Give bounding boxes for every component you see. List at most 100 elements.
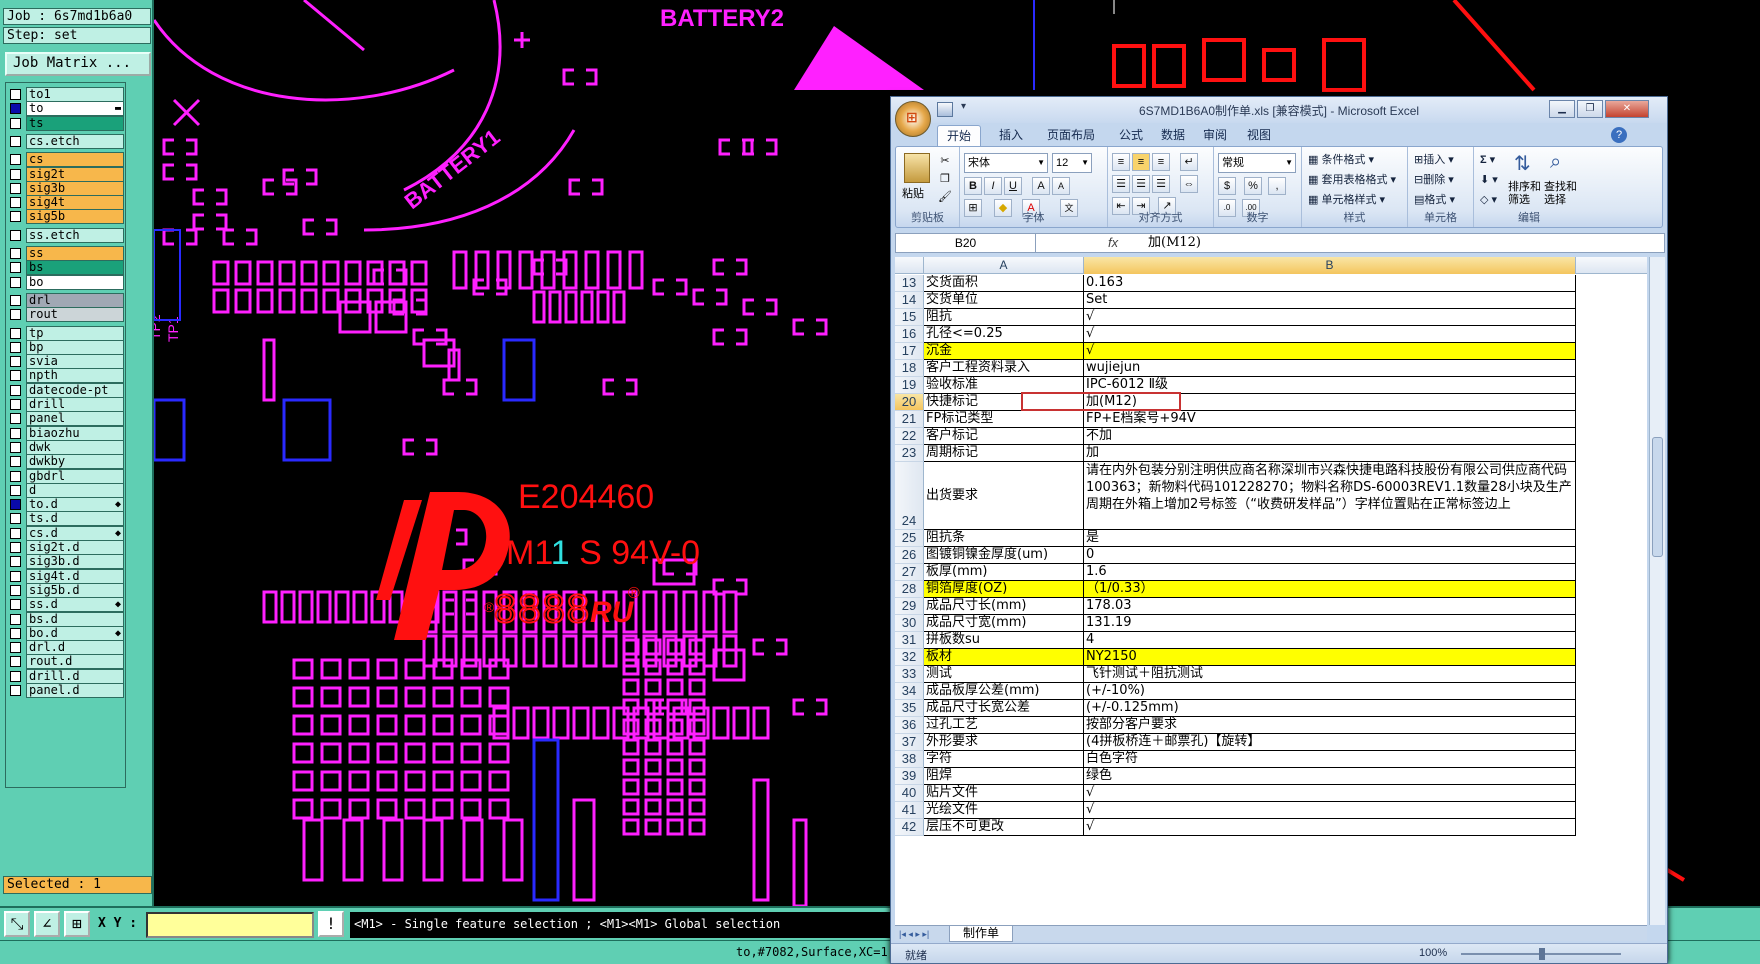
row-header[interactable]: 26 (895, 547, 924, 564)
layer-name[interactable]: cs (26, 152, 124, 168)
layer-checkbox[interactable] (10, 89, 21, 100)
layer-name[interactable]: dwk (26, 439, 124, 455)
layer-name[interactable]: drl (26, 292, 124, 308)
layer-name[interactable]: to.d ◆ (26, 497, 124, 513)
restore-button[interactable]: ❐ (1577, 100, 1603, 118)
layer-checkbox[interactable] (10, 556, 21, 568)
insert-cells-button[interactable]: ⊞插入 ▾ (1414, 151, 1454, 169)
vertical-scrollbar[interactable] (1649, 257, 1665, 925)
layer-checkbox[interactable] (10, 309, 21, 321)
cell-a[interactable]: 拼板数su (924, 632, 1084, 649)
xy-input[interactable] (146, 912, 314, 938)
row-header[interactable]: 20 (895, 394, 924, 411)
paste-icon[interactable] (904, 153, 930, 183)
cell-b[interactable]: Set (1084, 292, 1576, 309)
excel-title-bar[interactable]: 6S7MD1B6A0制作单.xls [兼容模式] - Microsoft Exc… (891, 97, 1667, 123)
layer-checkbox[interactable] (10, 427, 21, 439)
cell-b[interactable]: 1.6 (1084, 564, 1576, 581)
layer-checkbox[interactable] (10, 499, 21, 511)
close-button[interactable]: ✕ (1605, 100, 1649, 118)
row-header[interactable]: 18 (895, 360, 924, 377)
layer-row[interactable]: ss.etch (8, 227, 126, 244)
layer-checkbox[interactable] (10, 627, 21, 639)
layer-checkbox[interactable] (10, 135, 21, 147)
sort-filter-button[interactable]: 排序和 筛选 (1508, 181, 1541, 207)
underline-button[interactable]: U (1004, 177, 1022, 195)
layer-name[interactable]: bs (26, 260, 124, 276)
align-bottom-icon[interactable]: ≡ (1152, 153, 1170, 171)
cell-b[interactable]: √ (1084, 802, 1576, 819)
save-icon[interactable] (937, 102, 953, 117)
layer-name[interactable]: to ▬ (26, 101, 124, 117)
layer-row[interactable]: ts (8, 115, 126, 132)
italic-button[interactable]: I (984, 177, 1002, 195)
cell-a[interactable]: 阻焊 (924, 768, 1084, 785)
layer-checkbox[interactable] (10, 456, 21, 468)
font-size-combo[interactable]: 12 ▼ (1052, 153, 1092, 173)
row-header[interactable]: 41 (895, 802, 924, 819)
cell-a[interactable]: FP标记类型 (924, 411, 1084, 428)
row-header[interactable]: 35 (895, 700, 924, 717)
column-header[interactable]: B (1084, 257, 1576, 274)
cell-a[interactable]: 阻抗条 (924, 530, 1084, 547)
cell-a[interactable]: 测试 (924, 666, 1084, 683)
fx-icon[interactable]: fx (1108, 234, 1138, 252)
cell-a[interactable]: 成品尺寸长宽公差 (924, 700, 1084, 717)
layer-name[interactable]: drl.d (26, 640, 124, 656)
layer-name[interactable]: bo (26, 274, 124, 290)
merge-center-icon[interactable]: ⇔ (1180, 175, 1198, 193)
align-middle-icon[interactable]: ≡ (1132, 153, 1150, 171)
cut-icon[interactable]: ✂ (936, 153, 954, 171)
cell-b[interactable]: 178.03 (1084, 598, 1576, 615)
row-header[interactable]: 23 (895, 445, 924, 462)
layer-checkbox[interactable] (10, 642, 21, 654)
cell-b[interactable]: 不加 (1084, 428, 1576, 445)
shrink-font-icon[interactable]: A (1052, 177, 1070, 195)
cell-b[interactable]: (+/-10%) (1084, 683, 1576, 700)
row-header[interactable]: 40 (895, 785, 924, 802)
cell-b[interactable]: NY2150 (1084, 649, 1576, 666)
job-matrix-button[interactable]: Job Matrix ... (5, 52, 151, 76)
name-box[interactable]: B20 (896, 234, 1036, 252)
cell-b[interactable]: 飞针测试＋阻抗测试 (1084, 666, 1576, 683)
layer-checkbox[interactable] (10, 441, 21, 453)
worksheet-grid[interactable]: AB 13 交货面积 0.163 14 交货单位 Set 15 阻抗 √ 16 孔径<=0.25 √ 1… (895, 257, 1647, 925)
clear-button[interactable]: ◇ ▾ (1480, 191, 1497, 209)
cell-a[interactable]: 铜箔厚度(OZ) (924, 581, 1084, 598)
cell-a[interactable]: 外形要求 (924, 734, 1084, 751)
excel-window[interactable]: 6S7MD1B6A0制作单.xls [兼容模式] - Microsoft Exc… (890, 96, 1668, 964)
layer-name[interactable]: bs.d (26, 611, 124, 627)
sheet-nav-icon[interactable]: |◂ ◂ ▸ ▸| (899, 926, 929, 942)
row-header[interactable]: 37 (895, 734, 924, 751)
layer-checkbox[interactable] (10, 584, 21, 596)
quick-access-dropdown-icon[interactable]: ▾ (961, 101, 966, 112)
formula-input[interactable]: 加(M12) (1148, 234, 1201, 252)
layer-name[interactable]: dwkby (26, 454, 124, 470)
row-header[interactable]: 28 (895, 581, 924, 598)
layer-name[interactable]: cs.etch (26, 133, 124, 149)
layer-checkbox[interactable] (10, 613, 21, 625)
layer-checkbox[interactable] (10, 182, 21, 194)
layer-name[interactable]: rout (26, 307, 124, 323)
layer-name[interactable]: svia (26, 354, 124, 370)
layer-checkbox[interactable] (10, 197, 21, 209)
cell-b[interactable]: （1/0.33） (1084, 581, 1576, 598)
layer-name[interactable]: rout.d (26, 654, 124, 670)
layer-checkbox[interactable] (10, 154, 21, 166)
layer-name[interactable]: ss.etch (26, 227, 124, 243)
layer-checkbox[interactable] (10, 542, 21, 553)
fill-button[interactable]: ⬇ ▾ (1480, 171, 1498, 189)
layer-name[interactable]: sig4t.d (26, 568, 124, 584)
cell-b[interactable]: 0.163 (1084, 275, 1576, 292)
format-cells-button[interactable]: ▤格式 ▾ (1414, 191, 1455, 209)
cell-b[interactable]: 0 (1084, 547, 1576, 564)
cell-a[interactable]: 交货面积 (924, 275, 1084, 292)
layer-checkbox[interactable] (10, 370, 21, 382)
layer-name[interactable]: sig2t (26, 166, 124, 182)
row-header[interactable]: 34 (895, 683, 924, 700)
table-format-button[interactable]: ▦ 套用表格格式 ▾ (1308, 171, 1396, 189)
cell-b[interactable]: (+/-0.125mm) (1084, 700, 1576, 717)
layer-name[interactable]: ts.d (26, 511, 124, 527)
cell-b[interactable]: FP+E档案号+94V (1084, 411, 1576, 428)
measure-icon[interactable]: ∠ (34, 911, 60, 937)
